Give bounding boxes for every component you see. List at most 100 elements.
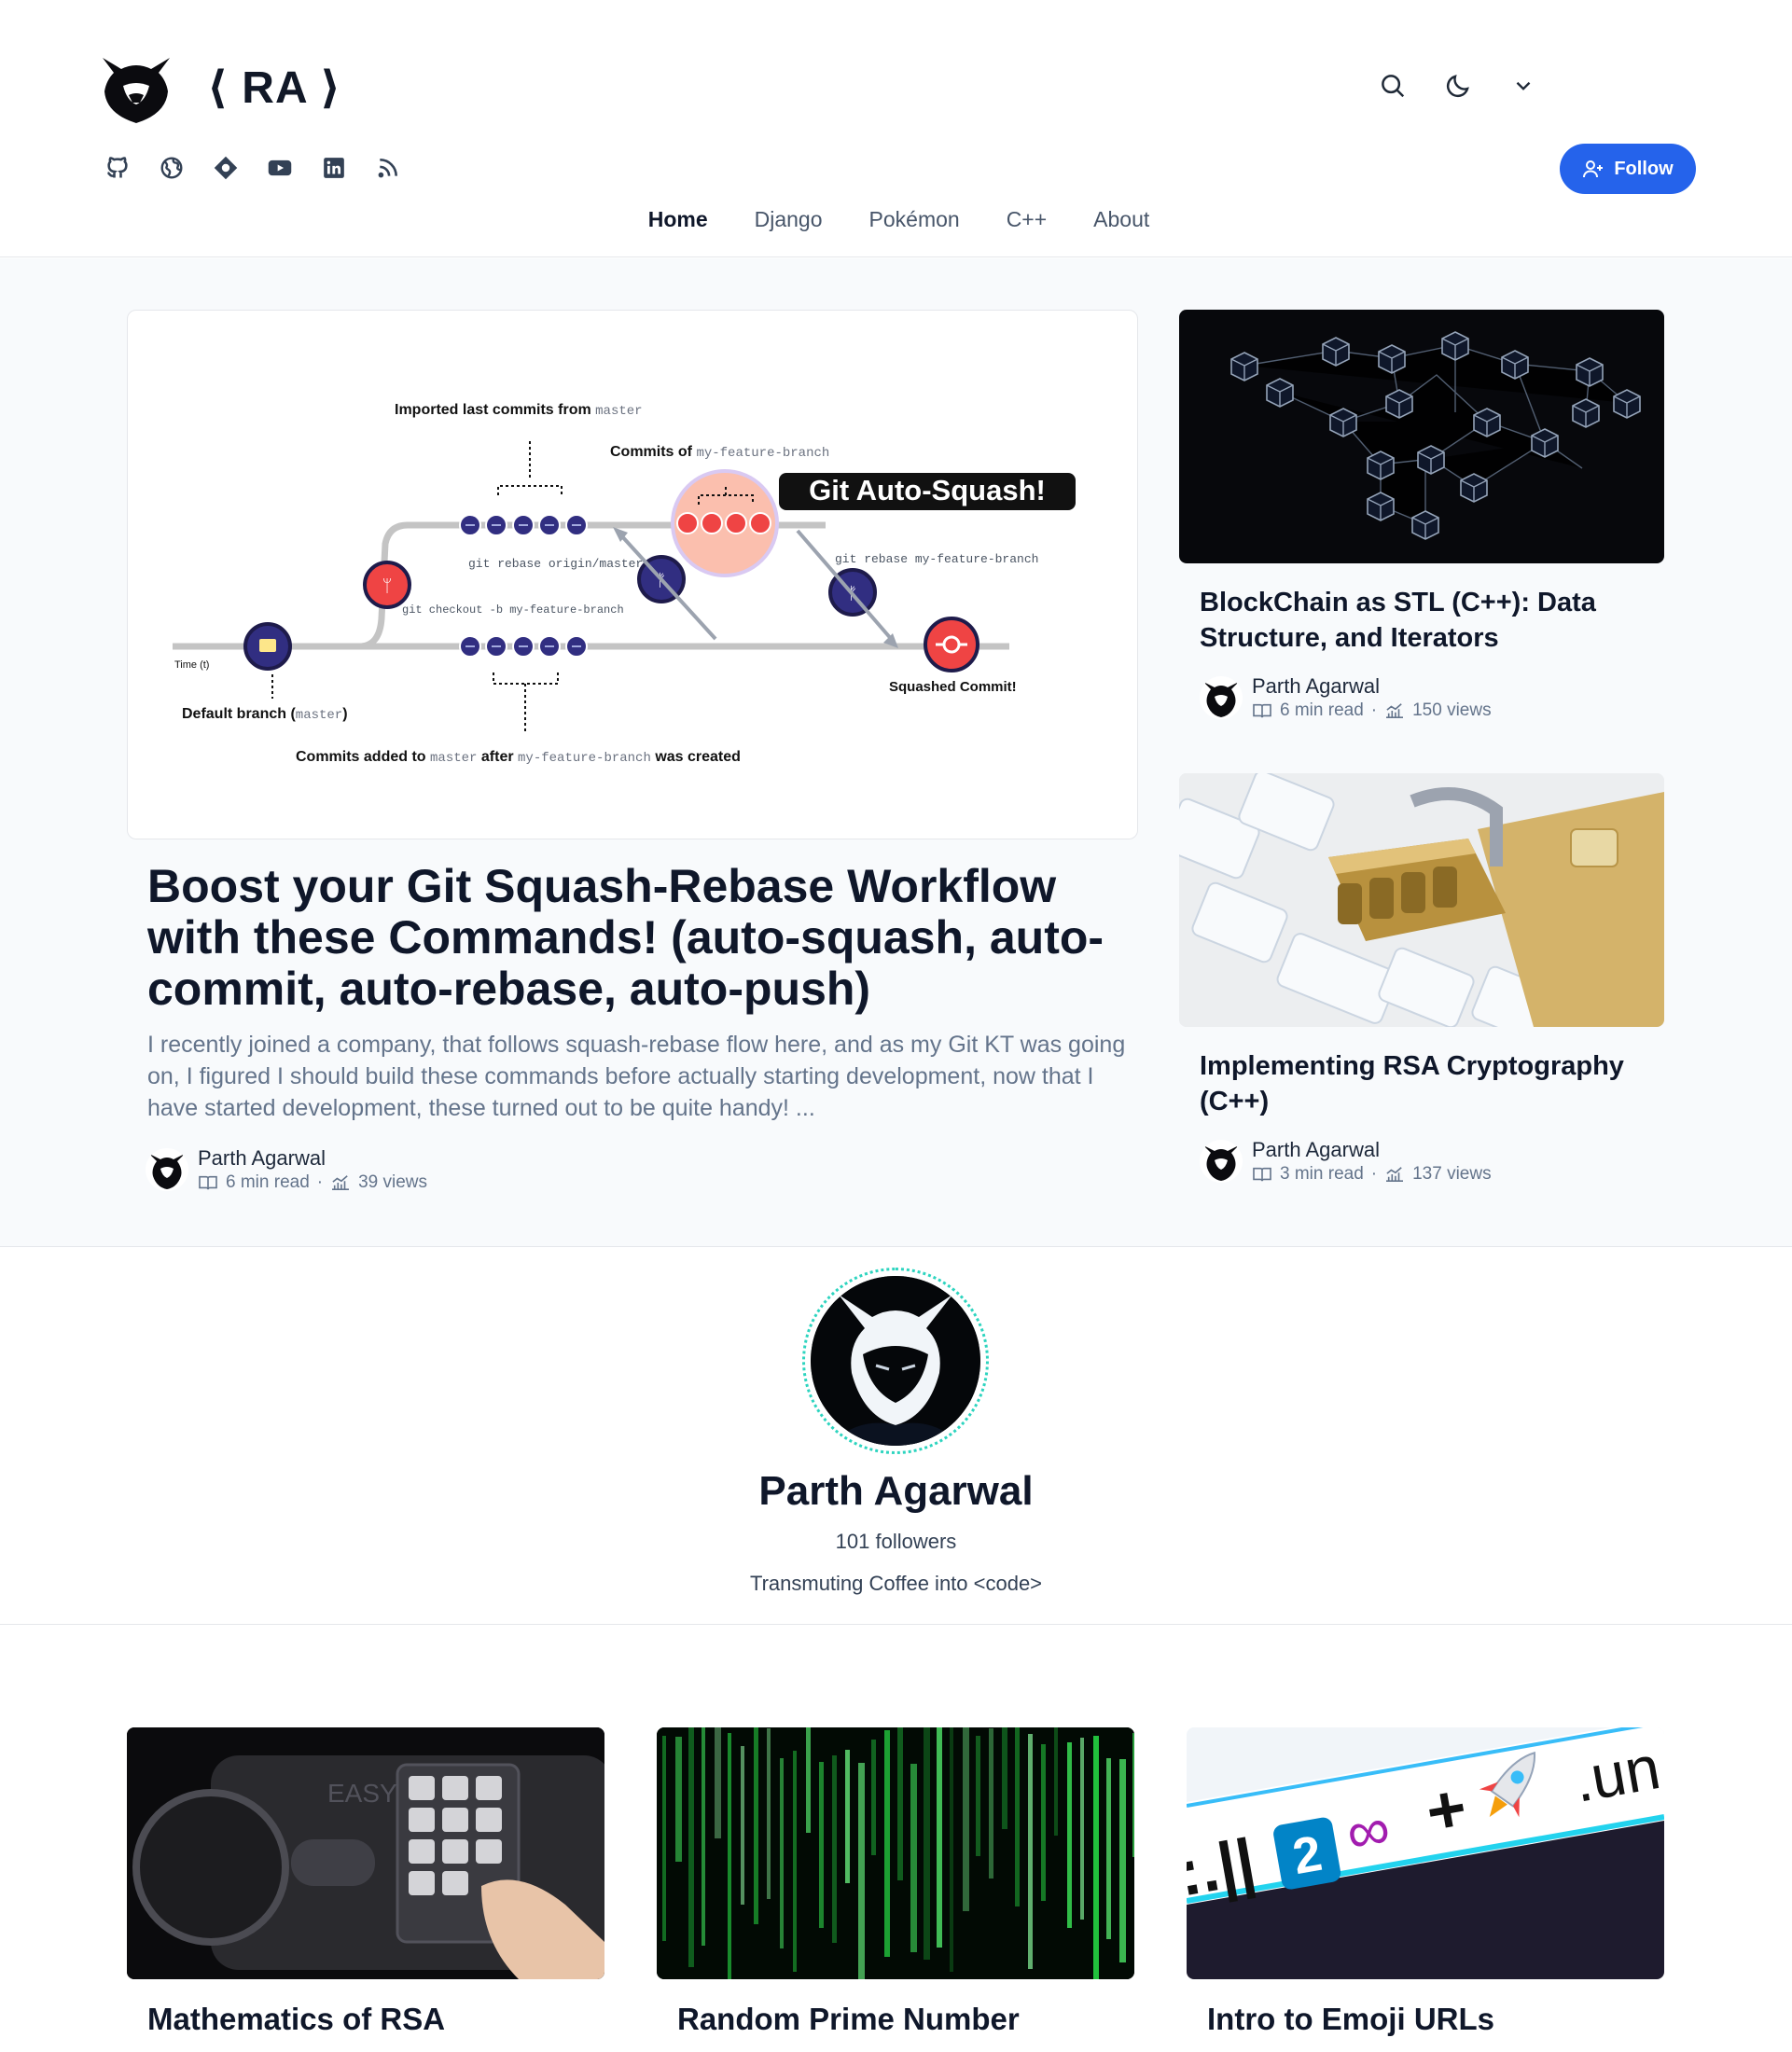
matrix-column (754, 1727, 758, 1924)
matrix-column (728, 1733, 731, 1979)
matrix-column (675, 1737, 682, 1862)
author-profile-name[interactable]: Parth Agarwal (0, 1468, 1792, 1515)
matrix-column (871, 1740, 876, 1855)
matrix-column (937, 1727, 942, 1948)
diagram-cmd-checkout: git checkout -b my-feature-branch (402, 603, 624, 617)
chevron-down-icon[interactable] (1507, 69, 1540, 103)
views-chart-icon (332, 1175, 350, 1191)
grid-post-1-cover[interactable]: EASY HOME (127, 1727, 604, 1979)
padlock-keyboard-image (1179, 773, 1664, 1027)
views-chart-icon (1386, 1167, 1404, 1183)
safe-keypad-image: EASY HOME (127, 1727, 604, 1979)
author-name[interactable]: Parth Agarwal (1252, 1138, 1492, 1162)
featured-section: Imported last commits from master Commit… (0, 258, 1792, 1247)
matrix-column (715, 1727, 721, 1838)
youtube-icon[interactable] (265, 153, 295, 183)
matrix-column (702, 1727, 705, 1946)
matrix-column (780, 1758, 784, 1948)
matrix-column (897, 1727, 903, 1880)
matrix-column (819, 1762, 824, 1928)
brand-text: ⟨ RA ⟩ (207, 63, 342, 113)
author-avatar[interactable] (146, 1148, 188, 1191)
diagram-cmd-rebase-feature: git rebase my-feature-branch (835, 552, 1038, 566)
book-icon (199, 1175, 217, 1190)
author-name[interactable]: Parth Agarwal (198, 1146, 427, 1171)
matrix-column (767, 1728, 771, 1899)
matrix-column (688, 1727, 694, 1967)
grid-post-2-title[interactable]: Random Prime Number (677, 2002, 1020, 2037)
nav-item-pokemon[interactable]: Pokémon (864, 207, 960, 232)
matrix-column (963, 1727, 969, 1911)
hashnode-icon[interactable] (211, 153, 241, 183)
nav-item-cpp[interactable]: C++ (1001, 207, 1047, 232)
matrix-column (1119, 1759, 1126, 1962)
meta-separator: · (1370, 1164, 1378, 1184)
nav-item-home[interactable]: Home (643, 207, 708, 232)
brand-logo (103, 58, 170, 123)
header-tools (1376, 69, 1540, 103)
diagram-label-commits-of: Commits of my-feature-branch (610, 444, 829, 461)
author-followers: 101 followers (835, 1530, 957, 1553)
view-count: 137 views (1412, 1164, 1492, 1184)
main-nav: Home Django Pokémon C++ About (0, 207, 1792, 232)
matrix-column (793, 1751, 797, 1972)
matrix-column (1015, 1727, 1020, 1906)
moon-icon[interactable] (1441, 69, 1475, 103)
grid-post-2-cover[interactable] (657, 1727, 1134, 1979)
grid-post-3-title[interactable]: Intro to Emoji URLs (1207, 2002, 1494, 2037)
side-post-1-title[interactable]: BlockChain as STL (C++): Data Structure,… (1200, 585, 1647, 656)
diagram-label-default-branch: Default branch (master) (182, 706, 348, 723)
author-avatar[interactable] (1200, 1140, 1243, 1183)
author-avatar[interactable] (1200, 676, 1243, 719)
matrix-column (1028, 1734, 1033, 1969)
side-post-2-title[interactable]: Implementing RSA Cryptography (C++) (1200, 1048, 1647, 1119)
meta-separator: · (1370, 700, 1378, 720)
linkedin-icon[interactable] (319, 153, 349, 183)
read-time: 3 min read (1280, 1164, 1364, 1184)
diagram-label-commits-added: Commits added to master after my-feature… (296, 749, 741, 766)
author-section: Parth Agarwal 101 followers Transmuting … (0, 1248, 1792, 1625)
views-chart-icon (1386, 703, 1404, 719)
matrix-column (989, 1728, 993, 1879)
matrix-column (1054, 1727, 1058, 1836)
matrix-column (1041, 1744, 1046, 1901)
search-icon[interactable] (1376, 69, 1410, 103)
nav-item-about[interactable]: About (1088, 207, 1149, 232)
matrix-column (845, 1750, 850, 1883)
side-post-2-cover[interactable] (1179, 773, 1664, 1027)
grid-post-3-cover[interactable]: :.|| 2 ∞ + .un (1187, 1727, 1664, 1979)
rss-icon[interactable] (373, 153, 403, 183)
author-profile-avatar[interactable] (802, 1268, 989, 1454)
matrix-column (858, 1763, 865, 1979)
globe-icon[interactable] (157, 153, 187, 183)
nav-item-django[interactable]: Django (749, 207, 823, 232)
matrix-column (832, 1755, 837, 1943)
add-user-icon (1583, 160, 1604, 178)
featured-cover-image[interactable]: Imported last commits from master Commit… (127, 310, 1138, 839)
featured-post-title[interactable]: Boost your Git Squash-Rebase Workflow wi… (147, 861, 1118, 1015)
matrix-column (1093, 1736, 1099, 1979)
view-count: 39 views (358, 1172, 428, 1192)
meta-separator: · (316, 1172, 324, 1192)
matrix-column (924, 1727, 930, 1960)
blockchain-cubes-image (1230, 331, 1641, 540)
brand[interactable]: ⟨ RA ⟩ (93, 49, 341, 127)
emoji-url-text-right: .un (1569, 1732, 1664, 1815)
github-icon[interactable] (103, 153, 132, 183)
matrix-column (884, 1730, 890, 1957)
git-diagram: Imported last commits from master Commit… (173, 402, 1076, 766)
diagram-label-time: Time (t) (174, 659, 209, 671)
site-header: ⟨ RA ⟩ Follow Home Django Pokémon C++ Ab… (0, 0, 1792, 257)
follow-button-label: Follow (1614, 158, 1674, 179)
matrix-column (806, 1727, 811, 1833)
read-time: 6 min read (226, 1172, 310, 1192)
follow-button[interactable]: Follow (1560, 144, 1696, 194)
featured-post-excerpt[interactable]: I recently joined a company, that follow… (147, 1029, 1127, 1124)
read-time: 6 min read (1280, 700, 1364, 720)
side-post-1-cover[interactable] (1179, 310, 1664, 563)
matrix-column (910, 1764, 917, 1952)
author-name[interactable]: Parth Agarwal (1252, 674, 1492, 699)
social-links (103, 153, 403, 183)
matrix-column (662, 1736, 666, 1941)
grid-post-1-title[interactable]: Mathematics of RSA (147, 2002, 445, 2037)
